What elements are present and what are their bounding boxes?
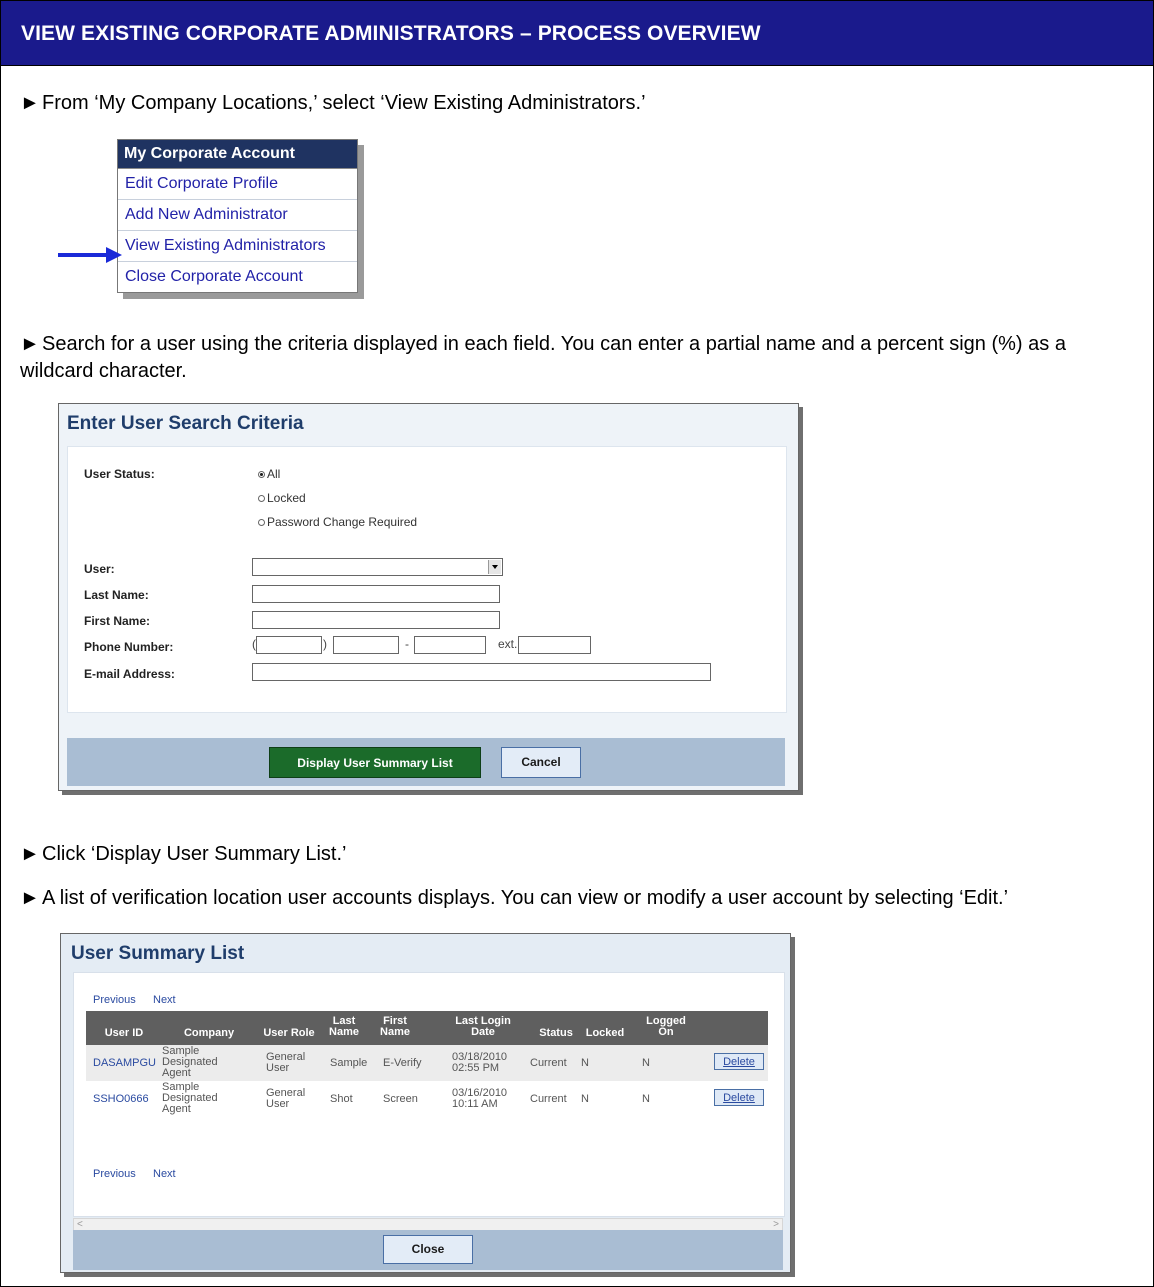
user-select[interactable] <box>252 558 503 576</box>
page-header: VIEW EXISTING CORPORATE ADMINISTRATORS –… <box>0 0 1154 66</box>
phone-label: Phone Number: <box>84 640 174 654</box>
user-label: User: <box>84 562 115 576</box>
phone-ext-field[interactable] <box>518 636 591 654</box>
cell-logged-on: N <box>642 1093 650 1105</box>
cell-company: Sample Designated Agent <box>162 1081 218 1115</box>
step-1: ► From ‘My Company Locations,’ select ‘Vi… <box>20 90 646 117</box>
close-button[interactable]: Close <box>383 1235 473 1264</box>
table-row: DASAMPGU Sample Designated Agent General… <box>86 1045 768 1081</box>
col-logged-on: Logged On <box>646 1015 686 1038</box>
cell-user-id[interactable]: DASAMPGU <box>93 1058 156 1069</box>
corporate-account-menu: My Corporate Account Edit Corporate Prof… <box>117 139 358 293</box>
cell-user-id[interactable]: SSHO0666 <box>93 1094 149 1105</box>
col-first-name: First Name <box>380 1015 410 1038</box>
cell-status: Current <box>530 1093 567 1105</box>
search-form: User Status: All Locked Password Change … <box>67 446 787 713</box>
user-summary-panel: User Summary List Previous Next User ID … <box>60 933 791 1273</box>
phone-area-field[interactable] <box>256 636 322 654</box>
step-3: ► Click ‘Display User Summary List.’ <box>20 841 347 868</box>
delete-button[interactable]: Delete <box>714 1089 764 1106</box>
status-radio-locked[interactable]: Locked <box>258 491 306 505</box>
user-search-panel: Enter User Search Criteria User Status: … <box>58 403 799 791</box>
radio-icon <box>258 519 265 526</box>
cancel-button[interactable]: Cancel <box>501 747 581 778</box>
cell-first-name: E-Verify <box>383 1057 422 1069</box>
radio-selected-icon <box>258 471 265 478</box>
pager-previous-bottom[interactable]: Previous <box>93 1168 136 1180</box>
scroll-left-icon[interactable]: < <box>77 1219 83 1230</box>
col-company: Company <box>183 1027 235 1039</box>
pointer-arrow-icon <box>58 247 124 263</box>
step-text: A list of verification location user acc… <box>42 887 1009 909</box>
col-status: Status <box>539 1027 573 1039</box>
last-name-label: Last Name: <box>84 588 149 602</box>
first-name-field[interactable] <box>252 611 500 629</box>
step-text: Search for a user using the criteria dis… <box>20 333 1066 382</box>
menu-item-add-admin[interactable]: Add New Administrator <box>118 200 357 231</box>
cell-first-name: Screen <box>383 1093 418 1105</box>
summary-panel-footer: Close <box>73 1230 783 1270</box>
pager-previous-top[interactable]: Previous <box>93 994 136 1006</box>
step-marker-icon: ► <box>20 92 40 114</box>
step-marker-icon: ► <box>20 333 40 355</box>
pager-next-top[interactable]: Next <box>153 994 176 1006</box>
summary-table-area: Previous Next User ID Company User Role … <box>73 972 785 1217</box>
step-4: ► A list of verification location user ac… <box>20 885 1140 912</box>
col-locked: Locked <box>585 1027 625 1039</box>
phone-paren-close: ) <box>323 637 327 651</box>
step-marker-icon: ► <box>20 887 40 909</box>
phone-dash: - <box>405 637 409 651</box>
cell-last-login: 03/18/2010 02:55 PM <box>452 1051 508 1074</box>
email-field[interactable] <box>252 663 711 681</box>
menu-header: My Corporate Account <box>118 140 357 169</box>
cell-company: Sample Designated Agent <box>162 1045 218 1079</box>
col-user-id: User ID <box>104 1027 144 1039</box>
cell-logged-on: N <box>642 1057 650 1069</box>
last-name-field[interactable] <box>252 585 500 603</box>
menu-item-edit-profile[interactable]: Edit Corporate Profile <box>118 169 357 200</box>
cell-last-name: Sample <box>330 1057 368 1069</box>
phone-ext-label: ext. <box>498 637 518 651</box>
search-panel-footer: Display User Summary List Cancel <box>67 738 785 786</box>
col-last-name: Last Name <box>329 1015 359 1038</box>
menu-item-close-account[interactable]: Close Corporate Account <box>118 262 357 292</box>
summary-panel-title: User Summary List <box>71 943 245 964</box>
table-header: User ID Company User Role Last Name Firs… <box>86 1011 768 1045</box>
cell-locked: N <box>581 1093 589 1105</box>
col-user-role: User Role <box>263 1027 315 1039</box>
search-panel-title: Enter User Search Criteria <box>67 413 304 434</box>
table-row: SSHO0666 Sample Designated Agent General… <box>86 1081 768 1117</box>
first-name-label: First Name: <box>84 614 151 628</box>
pager-next-bottom[interactable]: Next <box>153 1168 176 1180</box>
radio-icon <box>258 495 265 502</box>
cell-role: General User <box>266 1051 306 1074</box>
phone-line-field[interactable] <box>414 636 486 654</box>
step-marker-icon: ► <box>20 843 40 865</box>
step-2: ► Search for a user using the criteria di… <box>20 331 1140 385</box>
menu-item-view-admins[interactable]: View Existing Administrators <box>118 231 357 262</box>
cell-role: General User <box>266 1087 306 1110</box>
display-summary-button[interactable]: Display User Summary List <box>269 747 481 778</box>
cell-last-login: 03/16/2010 10:11 AM <box>452 1087 508 1110</box>
user-status-label: User Status: <box>84 467 155 481</box>
status-radio-password[interactable]: Password Change Required <box>258 515 417 529</box>
page-title: VIEW EXISTING CORPORATE ADMINISTRATORS –… <box>21 22 761 45</box>
delete-button[interactable]: Delete <box>714 1053 764 1070</box>
chevron-down-icon <box>488 560 501 574</box>
scroll-right-icon[interactable]: > <box>773 1219 779 1230</box>
cell-locked: N <box>581 1057 589 1069</box>
status-radio-all[interactable]: All <box>258 467 280 481</box>
step-text: Click ‘Display User Summary List.’ <box>42 843 347 865</box>
cell-status: Current <box>530 1057 567 1069</box>
email-label: E-mail Address: <box>84 667 175 681</box>
phone-prefix-field[interactable] <box>333 636 399 654</box>
col-last-login: Last Login Date <box>455 1015 511 1038</box>
step-text: From ‘My Company Locations,’ select ‘Vie… <box>42 92 646 114</box>
cell-last-name: Shot <box>330 1093 353 1105</box>
